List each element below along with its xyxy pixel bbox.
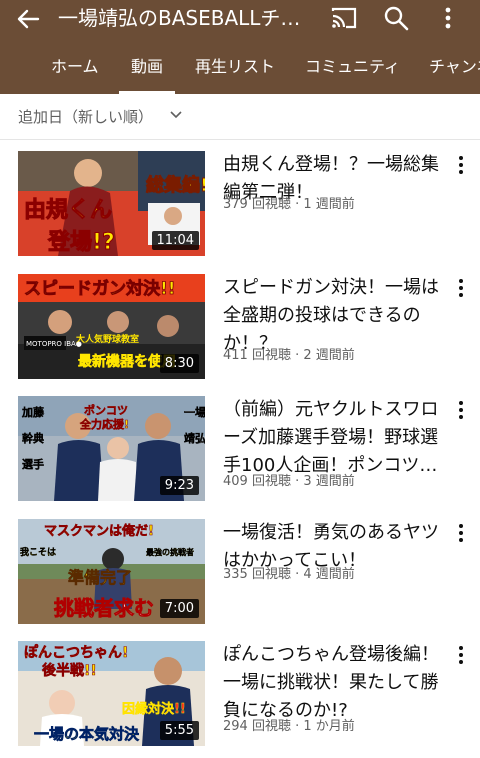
thumb-text: ぽんこつちゃん! <box>24 644 128 661</box>
duration-badge: 7:00 <box>159 599 199 618</box>
thumb-text: 後半戦!! <box>42 662 97 679</box>
video-thumbnail[interactable]: ぽんこつちゃん! 後半戦!! 因縁対決!! 一場の本気対決 5:55 <box>18 641 205 746</box>
app-bar: 一場靖弘のBASEBALLチ… <box>0 0 480 38</box>
channel-header: 一場靖弘のBASEBALLチ… ホーム 動画 再生リスト コミュニティ チャンネ… <box>0 0 480 94</box>
sort-bar[interactable]: 追加日（新しい順） <box>0 94 480 140</box>
thumb-text: 我こそは <box>20 546 56 558</box>
video-item[interactable]: ぽんこつちゃん! 後半戦!! 因縁対決!! 一場の本気対決 5:55 ぽんこつち… <box>0 641 480 757</box>
video-thumbnail[interactable]: マスクマンは俺だ! 準備完了 挑戦者求む 我こそは 最強の挑戦者 7:00 <box>18 519 205 624</box>
video-item[interactable]: 総集編! 由規くん 登場!? 11:04 由規くん登場！？一場総集編第二弾！ 3… <box>0 151 480 267</box>
duration-badge: 11:04 <box>151 231 199 250</box>
thumb-text: 一場の本気対決 <box>34 725 140 743</box>
more-vert-icon[interactable] <box>452 521 470 545</box>
video-thumbnail[interactable]: ポンコツ 全力応援! 加藤 幹典 選手 一場 靖弘 9:23 <box>18 396 205 501</box>
tab-videos[interactable]: 動画 <box>118 47 176 94</box>
thumb-text: 由規くん <box>24 198 112 223</box>
thumb-text: 幹典 <box>22 431 44 445</box>
video-item[interactable]: スピードガン対決!! 大人気野球教室 最新機器を使用 MOTOPRO IBA● … <box>0 274 480 390</box>
tab-channels[interactable]: チャンネル <box>429 47 480 94</box>
video-item[interactable]: マスクマンは俺だ! 準備完了 挑戦者求む 我こそは 最強の挑戦者 7:00 一場… <box>0 519 480 635</box>
thumb-text: 挑戦者求む <box>54 596 154 620</box>
upload-age: 4 週間前 <box>303 567 355 582</box>
thumb-text: 加藤 <box>21 405 45 419</box>
thumb-text: 全力応援! <box>79 417 129 431</box>
channel-title: 一場靖弘のBASEBALLチ… <box>58 6 301 30</box>
thumb-text: MOTOPRO IBA● <box>26 340 82 348</box>
video-meta: 409 回視聴 · 3 週間前 <box>223 474 355 489</box>
video-meta: 335 回視聴 · 4 週間前 <box>223 567 355 582</box>
cast-icon[interactable] <box>331 6 357 32</box>
video-title[interactable]: ぽんこつちゃん登場後編！一場に挑戦状！果たして勝負になるのか!? <box>223 641 448 725</box>
video-item[interactable]: ポンコツ 全力応援! 加藤 幹典 選手 一場 靖弘 9:23 （前編）元ヤクルト… <box>0 396 480 512</box>
upload-age: 1 週間前 <box>303 197 355 212</box>
tab-community[interactable]: コミュニティ <box>305 47 400 94</box>
video-meta: 379 回視聴 · 1 週間前 <box>223 197 355 212</box>
thumb-text: ポンコツ <box>84 403 128 417</box>
thumb-text: 一場 <box>184 405 205 419</box>
thumb-text: 最強の挑戦者 <box>146 547 194 557</box>
upload-age: 3 週間前 <box>303 474 355 489</box>
tab-playlists[interactable]: 再生リスト <box>195 47 275 94</box>
search-icon[interactable] <box>383 5 409 31</box>
view-count: 409 回視聴 <box>223 474 291 489</box>
view-count: 411 回視聴 <box>223 348 291 363</box>
video-meta: 411 回視聴 · 2 週間前 <box>223 348 355 363</box>
channel-tabs: ホーム 動画 再生リスト コミュニティ チャンネル <box>0 47 480 94</box>
video-title[interactable]: （前編）元ヤクルトスワローズ加藤選手登場！野球選手100人企画！ポンコツ… <box>223 396 448 480</box>
sort-label[interactable]: 追加日（新しい順） <box>18 106 153 127</box>
chevron-down-icon[interactable] <box>170 110 182 120</box>
more-vert-icon[interactable] <box>436 5 460 31</box>
video-thumbnail[interactable]: スピードガン対決!! 大人気野球教室 最新機器を使用 MOTOPRO IBA● … <box>18 274 205 379</box>
video-thumbnail[interactable]: 総集編! 由規くん 登場!? 11:04 <box>18 151 205 256</box>
thumb-text: 因縁対決!! <box>122 701 186 717</box>
duration-badge: 8:30 <box>159 354 199 373</box>
thumb-text: スピードガン対決!! <box>24 278 176 299</box>
tab-home[interactable]: ホーム <box>51 47 99 94</box>
thumb-text: 靖弘 <box>184 431 205 445</box>
thumb-text: 大人気野球教室 <box>76 333 139 345</box>
video-meta: 294 回視聴 · 1 か月前 <box>223 719 355 734</box>
thumb-text: 準備完了 <box>68 568 132 587</box>
more-vert-icon[interactable] <box>452 643 470 667</box>
upload-age: 1 か月前 <box>303 719 355 734</box>
duration-badge: 5:55 <box>159 721 199 740</box>
view-count: 294 回視聴 <box>223 719 291 734</box>
more-vert-icon[interactable] <box>452 398 470 422</box>
more-vert-icon[interactable] <box>452 153 470 177</box>
thumb-text: 登場!? <box>47 230 115 255</box>
view-count: 335 回視聴 <box>223 567 291 582</box>
thumb-text: マスクマンは俺だ! <box>44 523 154 539</box>
thumb-text: 選手 <box>22 457 44 471</box>
back-arrow-icon[interactable] <box>14 5 42 33</box>
more-vert-icon[interactable] <box>452 276 470 300</box>
view-count: 379 回視聴 <box>223 197 291 212</box>
upload-age: 2 週間前 <box>303 348 355 363</box>
duration-badge: 9:23 <box>159 476 199 495</box>
thumb-text: 総集編! <box>146 174 205 196</box>
